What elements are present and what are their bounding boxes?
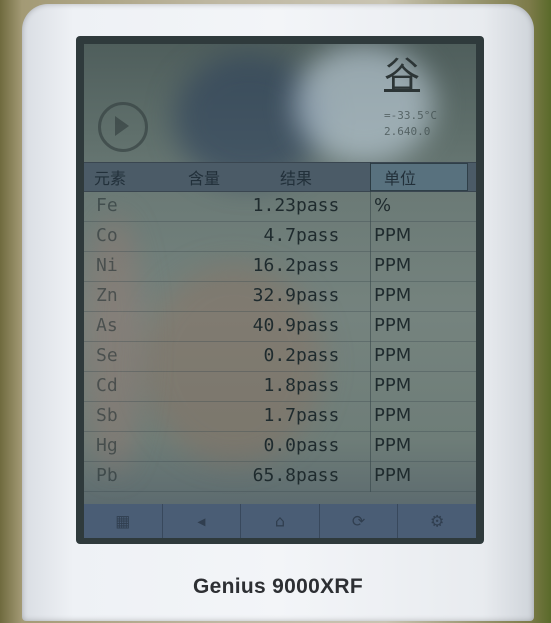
result-cell: pass bbox=[296, 465, 340, 486]
unit-cell: PPM bbox=[374, 465, 412, 486]
result-cell: pass bbox=[296, 225, 340, 246]
result-cell: pass bbox=[296, 195, 340, 216]
unit-cell: PPM bbox=[374, 405, 412, 426]
screen-title: 谷 bbox=[384, 55, 421, 96]
element-cell: Fe bbox=[96, 195, 118, 216]
value-cell: 4.7 bbox=[263, 225, 296, 246]
status-line: =-33.5°C bbox=[384, 109, 437, 122]
xrf-analyzer-device: 谷 =-33.5°C 2.640.0 元素 含量 结果 单位 Fe 1.23 p… bbox=[22, 4, 534, 621]
element-cell: Cd bbox=[96, 375, 118, 396]
result-cell: pass bbox=[296, 285, 340, 306]
results-table-body: Fe 1.23 pass % Co 4.7 pass PPM Ni 16.2 p… bbox=[84, 192, 476, 492]
status-readout: =-33.5°C 2.640.0 bbox=[384, 108, 437, 140]
result-cell: pass bbox=[296, 405, 340, 426]
result-cell: pass bbox=[296, 345, 340, 366]
element-cell: Hg bbox=[96, 435, 118, 456]
header-unit: 单位 bbox=[384, 169, 417, 188]
result-cell: pass bbox=[296, 315, 340, 336]
value-cell: 1.23 bbox=[252, 195, 296, 216]
grid-button[interactable]: ▦ bbox=[84, 504, 163, 538]
play-icon[interactable] bbox=[98, 102, 148, 152]
grid-icon: ▦ bbox=[115, 511, 131, 531]
unit-cell: PPM bbox=[374, 435, 412, 456]
bottom-toolbar: ▦ ◂ ⌂ ⟳ ⚙ bbox=[84, 504, 476, 538]
result-cell: pass bbox=[296, 255, 340, 276]
value-cell: 1.8 bbox=[263, 375, 296, 396]
value-cell: 65.8 bbox=[252, 465, 296, 486]
element-cell: Pb bbox=[96, 465, 118, 486]
result-cell: pass bbox=[296, 435, 340, 456]
settings-icon: ⚙ bbox=[430, 511, 445, 531]
value-cell: 16.2 bbox=[252, 255, 296, 276]
element-cell: Ni bbox=[96, 255, 118, 276]
element-cell: Sb bbox=[96, 405, 118, 426]
element-cell: Zn bbox=[96, 285, 118, 306]
status-line: 2.640.0 bbox=[384, 125, 431, 138]
unit-cell: PPM bbox=[374, 285, 412, 306]
home-button[interactable]: ⌂ bbox=[241, 504, 320, 538]
unit-cell: PPM bbox=[374, 345, 412, 366]
table-row[interactable]: As 40.9 pass PPM bbox=[84, 312, 476, 342]
result-cell: pass bbox=[296, 375, 340, 396]
refresh-icon: ⟳ bbox=[351, 511, 366, 531]
header-content: 含量 bbox=[188, 169, 221, 188]
value-cell: 40.9 bbox=[252, 315, 296, 336]
table-row[interactable]: Hg 0.0 pass PPM bbox=[84, 432, 476, 462]
table-row[interactable]: Ni 16.2 pass PPM bbox=[84, 252, 476, 282]
value-cell: 32.9 bbox=[252, 285, 296, 306]
refresh-button[interactable]: ⟳ bbox=[320, 504, 399, 538]
table-row[interactable]: Fe 1.23 pass % bbox=[84, 192, 476, 222]
settings-button[interactable]: ⚙ bbox=[398, 504, 476, 538]
device-brand-label: Genius 9000XRF bbox=[193, 575, 363, 598]
results-table-header: 元素 含量 结果 单位 bbox=[84, 162, 476, 192]
table-row[interactable]: Pb 65.8 pass PPM bbox=[84, 462, 476, 492]
screen-bezel: 谷 =-33.5°C 2.640.0 元素 含量 结果 单位 Fe 1.23 p… bbox=[76, 36, 484, 544]
unit-cell: PPM bbox=[374, 375, 412, 396]
element-cell: As bbox=[96, 315, 118, 336]
table-row[interactable]: Se 0.2 pass PPM bbox=[84, 342, 476, 372]
element-cell: Co bbox=[96, 225, 118, 246]
header-element: 元素 bbox=[94, 169, 127, 188]
unit-cell: % bbox=[374, 195, 392, 216]
home-icon: ⌂ bbox=[274, 511, 286, 531]
table-row[interactable]: Zn 32.9 pass PPM bbox=[84, 282, 476, 312]
status-area: 谷 =-33.5°C 2.640.0 bbox=[84, 44, 476, 162]
unit-cell: PPM bbox=[374, 315, 412, 336]
table-row[interactable]: Sb 1.7 pass PPM bbox=[84, 402, 476, 432]
table-row[interactable]: Cd 1.8 pass PPM bbox=[84, 372, 476, 402]
arrow-icon: ◂ bbox=[197, 511, 206, 531]
table-row[interactable]: Co 4.7 pass PPM bbox=[84, 222, 476, 252]
value-cell: 0.2 bbox=[263, 345, 296, 366]
header-result: 结果 bbox=[280, 169, 313, 188]
element-cell: Se bbox=[96, 345, 118, 366]
arrow-button[interactable]: ◂ bbox=[163, 504, 242, 538]
value-cell: 0.0 bbox=[263, 435, 296, 456]
lcd-screen: 谷 =-33.5°C 2.640.0 元素 含量 结果 单位 Fe 1.23 p… bbox=[84, 44, 476, 538]
unit-cell: PPM bbox=[374, 225, 412, 246]
value-cell: 1.7 bbox=[263, 405, 296, 426]
unit-cell: PPM bbox=[374, 255, 412, 276]
